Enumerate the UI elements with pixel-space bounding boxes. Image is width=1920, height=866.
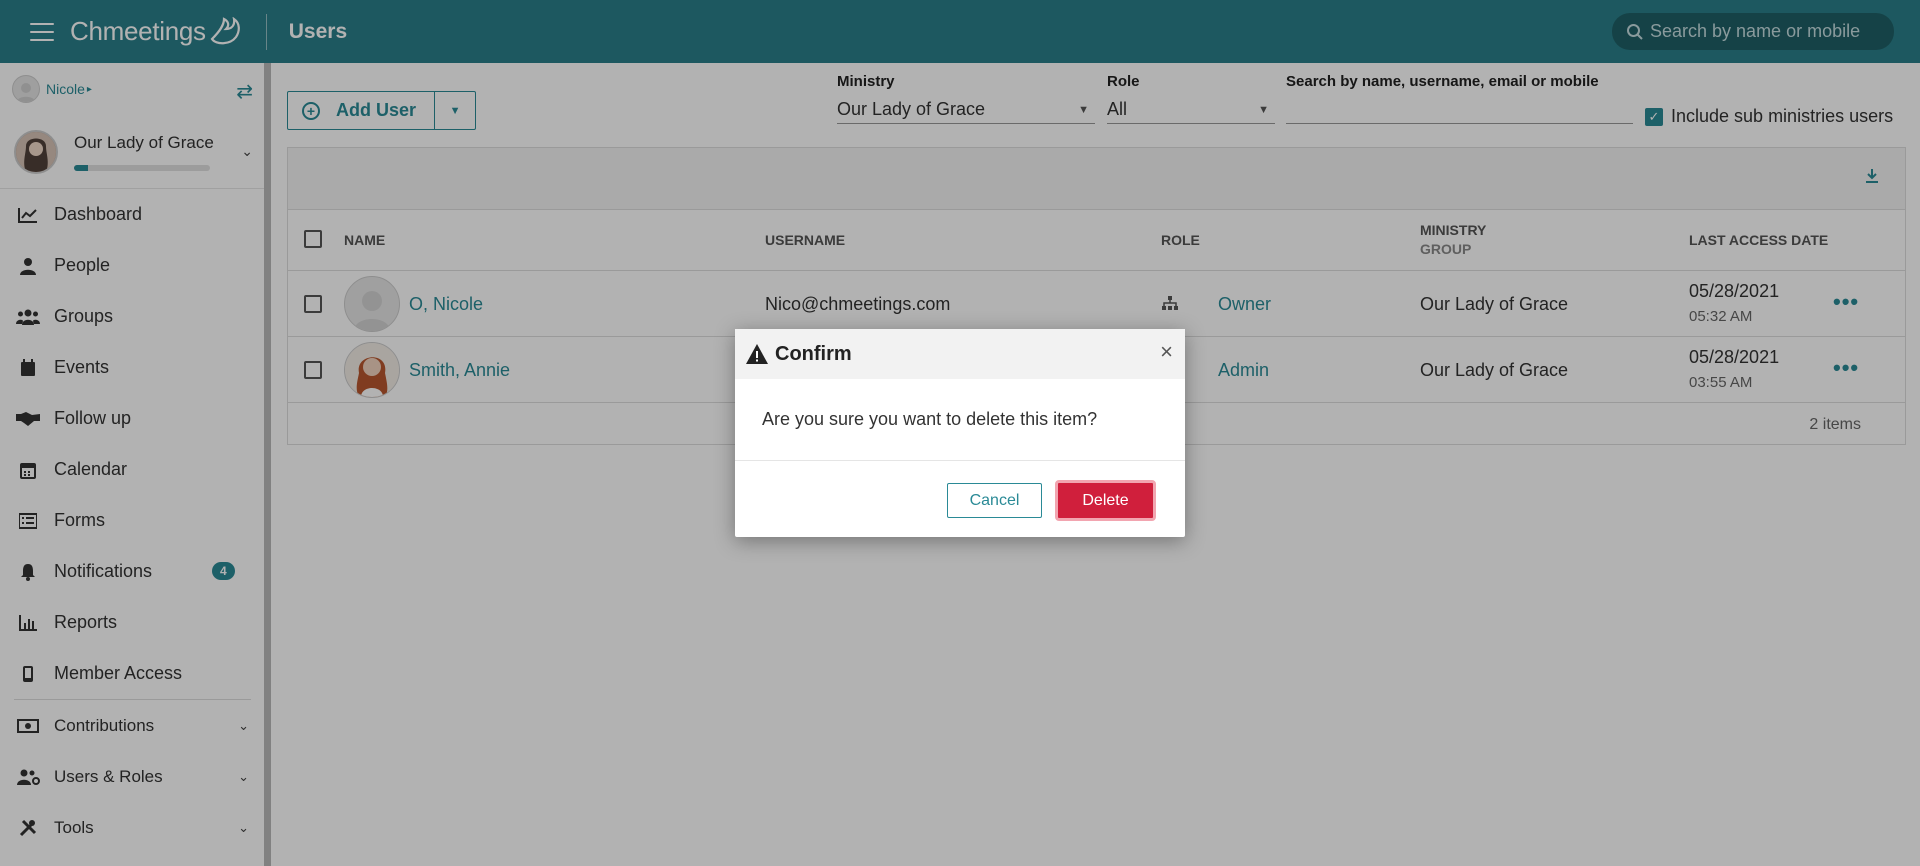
dialog-message: Are you sure you want to delete this ite… <box>735 379 1185 461</box>
cancel-button[interactable]: Cancel <box>947 483 1042 518</box>
confirm-dialog: Confirm × Are you sure you want to delet… <box>735 329 1185 537</box>
dialog-title: Confirm <box>775 342 852 365</box>
dialog-header: Confirm × <box>735 329 1185 379</box>
warning-icon <box>746 344 768 364</box>
dialog-footer: Cancel Delete <box>735 461 1185 537</box>
delete-button[interactable]: Delete <box>1055 480 1156 521</box>
close-icon[interactable]: × <box>1160 341 1173 363</box>
